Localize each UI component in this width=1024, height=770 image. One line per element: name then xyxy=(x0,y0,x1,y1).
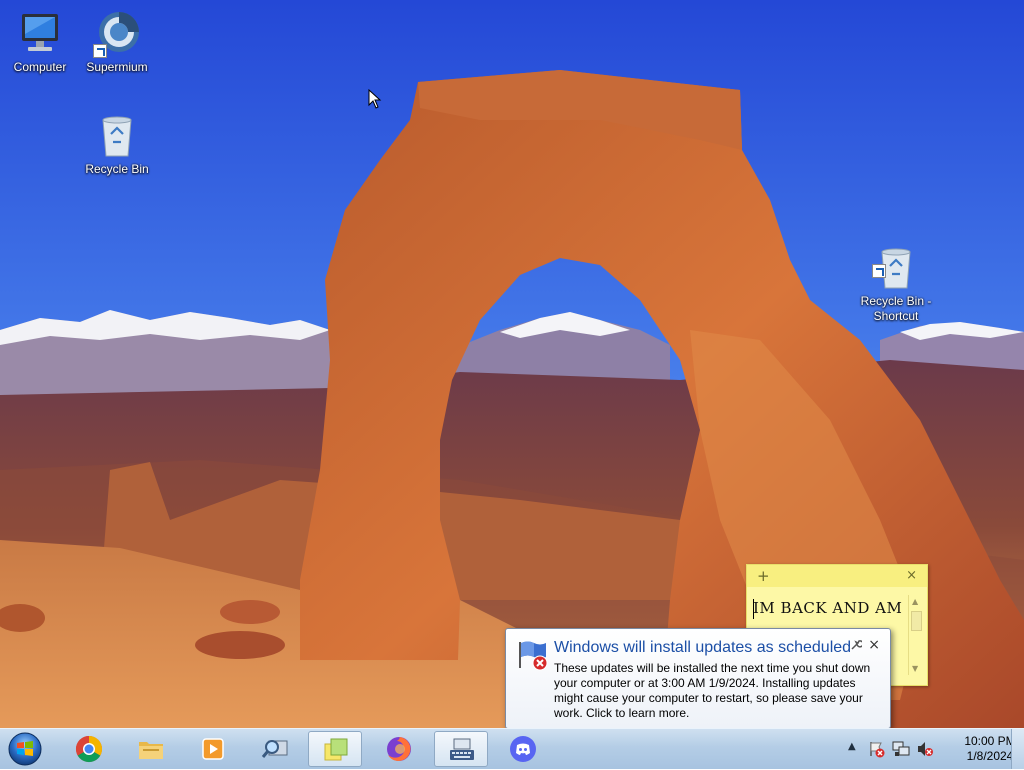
computer-icon xyxy=(16,10,64,58)
mouse-cursor-icon xyxy=(368,88,382,112)
taskbar: ▲ 10:00 PM 1/8/2024 xyxy=(0,728,1024,769)
sticky-notes-icon xyxy=(322,736,350,764)
sticky-note-titlebar[interactable]: + × xyxy=(747,565,927,587)
desktop-icon-supermium[interactable]: Supermium xyxy=(77,10,157,75)
show-hidden-icons-button[interactable]: ▲ xyxy=(848,741,856,752)
action-center-warning-icon[interactable] xyxy=(868,740,886,758)
firefox-icon xyxy=(385,735,413,763)
wrench-options-icon[interactable] xyxy=(850,639,864,654)
desktop-icon-recycle-bin[interactable]: Recycle Bin xyxy=(77,112,157,177)
taskbar-button-firefox[interactable] xyxy=(372,731,426,767)
taskbar-button-media-player[interactable] xyxy=(186,731,240,767)
update-notification-balloon[interactable]: Windows will install updates as schedule… xyxy=(505,628,891,740)
notification-title[interactable]: Windows will install updates as schedule… xyxy=(554,639,851,657)
recycle-bin-icon xyxy=(872,230,920,289)
scroll-up-icon[interactable]: ▲ xyxy=(912,597,918,606)
on-screen-keyboard-icon xyxy=(448,736,476,764)
desktop-icon-computer[interactable]: Computer xyxy=(0,10,80,75)
start-button[interactable] xyxy=(6,731,44,767)
windows-update-flag-icon xyxy=(516,639,550,671)
sticky-note-text[interactable]: IM BACK AND AM xyxy=(753,599,902,617)
taskbar-button-search[interactable] xyxy=(248,731,302,767)
discord-icon xyxy=(509,735,537,763)
notification-body[interactable]: These updates will be installed the next… xyxy=(554,661,876,721)
chrome-icon xyxy=(75,735,103,763)
desktop-icon-label: Supermium xyxy=(86,60,148,74)
shortcut-arrow-icon xyxy=(872,264,886,278)
scrollbar-thumb[interactable] xyxy=(911,611,922,631)
taskbar-button-chrome[interactable] xyxy=(62,731,116,767)
sticky-note-close-button[interactable]: × xyxy=(906,568,917,583)
show-desktop-button[interactable] xyxy=(1011,729,1024,769)
recycle-bin-icon xyxy=(93,112,141,160)
scroll-down-icon[interactable]: ▼ xyxy=(912,664,918,673)
sticky-note-add-button[interactable]: + xyxy=(757,567,770,585)
search-magnifier-icon xyxy=(261,735,289,763)
text-caret xyxy=(753,599,754,619)
volume-muted-icon[interactable] xyxy=(916,740,934,758)
taskbar-button-on-screen-keyboard[interactable] xyxy=(434,731,488,767)
file-explorer-icon xyxy=(137,735,165,763)
supermium-icon xyxy=(93,10,141,58)
media-player-icon xyxy=(199,735,227,763)
desktop-icon-label: Computer xyxy=(13,60,67,74)
desktop-icon-label: Recycle Bin xyxy=(85,162,149,176)
taskbar-clock[interactable]: 10:00 PM 1/8/2024 xyxy=(962,734,1018,764)
clock-time: 10:00 PM xyxy=(964,734,1016,748)
taskbar-button-sticky-notes[interactable] xyxy=(308,731,362,767)
clock-date: 1/8/2024 xyxy=(966,749,1014,763)
desktop-icon-recycle-bin-shortcut[interactable]: Recycle Bin - Shortcut xyxy=(856,216,936,338)
desktop-icon-label: Recycle Bin - Shortcut xyxy=(860,294,932,323)
shortcut-arrow-icon xyxy=(93,44,107,58)
notification-close-button[interactable]: × xyxy=(868,637,880,653)
system-tray: ▲ 10:00 PM 1/8/2024 xyxy=(844,729,1024,769)
taskbar-button-discord[interactable] xyxy=(496,731,550,767)
taskbar-button-file-explorer[interactable] xyxy=(124,731,178,767)
sticky-note-scrollbar[interactable]: ▲ ▼ xyxy=(908,595,923,675)
network-icon[interactable] xyxy=(892,740,910,758)
